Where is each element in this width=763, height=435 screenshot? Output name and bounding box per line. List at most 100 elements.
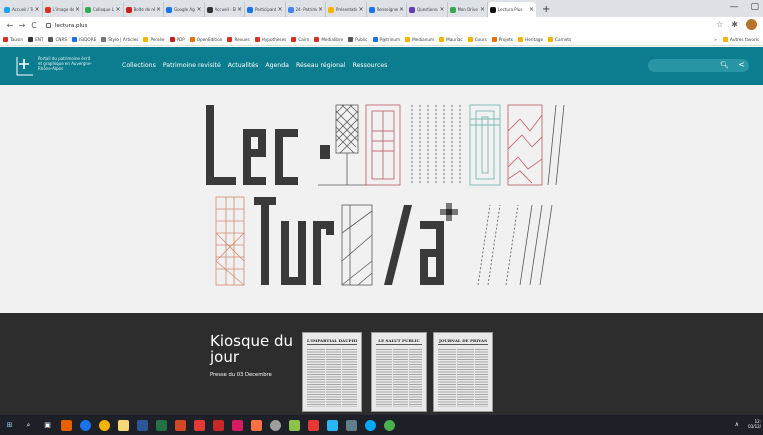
pdf-reader-icon[interactable]: [213, 419, 224, 431]
zotero-icon[interactable]: [308, 419, 319, 431]
back-button[interactable]: ←: [4, 21, 16, 30]
minimize-button[interactable]: —: [729, 2, 738, 12]
profile-avatar[interactable]: [746, 19, 757, 30]
tab-close-icon[interactable]: ×: [196, 6, 201, 13]
url-field[interactable]: lectura.plus: [46, 23, 87, 29]
bookmark-item[interactable]: OpenEdition: [189, 37, 222, 42]
bookmark-item[interactable]: Carnets: [548, 37, 571, 42]
app-icon[interactable]: [384, 419, 395, 431]
edge-icon[interactable]: [80, 419, 91, 431]
newspaper-thumbnail[interactable]: LE SALUT PUBLIC: [371, 332, 427, 412]
share-icon[interactable]: <: [738, 60, 745, 69]
extensions-icon[interactable]: ✱: [731, 20, 738, 29]
task-view-icon[interactable]: ▣: [42, 420, 53, 431]
bookmark-item[interactable]: Mauriac: [439, 37, 463, 42]
nav-link[interactable]: Actualités: [228, 62, 259, 69]
bookmark-item[interactable]: Cairn: [291, 37, 309, 42]
tab-close-icon[interactable]: ×: [277, 6, 282, 13]
browser-tab[interactable]: 24- Patrimo ×: [286, 2, 326, 17]
tab-close-icon[interactable]: ×: [156, 6, 161, 13]
tab-title: Colloque Le: [93, 7, 115, 12]
search-input[interactable]: 🔍︎ <: [648, 59, 749, 72]
file-explorer-icon[interactable]: [118, 419, 129, 431]
bookmark-item[interactable]: Revues: [227, 37, 250, 42]
tab-close-icon[interactable]: ×: [399, 6, 404, 13]
column-divider: [474, 349, 475, 407]
tab-close-icon[interactable]: ×: [34, 6, 39, 13]
browser-tab[interactable]: Participants ×: [245, 2, 286, 17]
browser-tab[interactable]: Mon Drive ×: [448, 2, 488, 17]
bookmark-star-icon[interactable]: ☆: [716, 20, 723, 29]
tab-close-icon[interactable]: ×: [237, 6, 242, 13]
app-icon[interactable]: [232, 419, 243, 431]
nav-link[interactable]: Ressources: [353, 62, 388, 69]
bookmark-item[interactable]: Tausin: [3, 37, 23, 42]
browser-tab[interactable]: Boîte de ré ×: [124, 2, 164, 17]
nav-link[interactable]: Agenda: [265, 62, 289, 69]
bookmark-item[interactable]: CNRS: [48, 37, 67, 42]
nav-link[interactable]: Patrimoine revisité: [163, 62, 221, 69]
calculator-icon[interactable]: [346, 419, 357, 431]
tab-close-icon[interactable]: ×: [115, 6, 120, 13]
browser-tab[interactable]: Accueil / Tw ×: [2, 2, 43, 17]
window-controls: — ▢: [729, 2, 759, 12]
excel-icon[interactable]: [156, 419, 167, 431]
tab-close-icon[interactable]: ×: [75, 6, 80, 13]
bookmark-item[interactable]: Persée: [143, 37, 165, 42]
search-icon[interactable]: 🔍︎: [720, 61, 729, 69]
new-tab-button[interactable]: +: [536, 2, 556, 17]
bookmark-item[interactable]: Stylo | Articles: [101, 37, 138, 42]
newspaper-thumbnail[interactable]: JOURNAL DE PRIVAS: [433, 332, 493, 412]
notification-tray-icon[interactable]: ∧: [735, 421, 739, 428]
bookmark-item[interactable]: Heritage: [517, 37, 543, 42]
windows-taskbar: ⊞ ⌕ ▣ ∧ 12: 03/12/: [0, 415, 763, 435]
bookmark-item[interactable]: ENT: [28, 37, 43, 42]
app-icon[interactable]: [289, 419, 300, 431]
word-icon[interactable]: [137, 419, 148, 431]
reload-button[interactable]: C: [28, 21, 40, 30]
store-icon[interactable]: [327, 419, 338, 431]
forward-button[interactable]: →: [16, 21, 28, 30]
chrome-icon[interactable]: [99, 419, 110, 431]
bookmark-label: ISIDORE: [79, 37, 97, 42]
browser-tab[interactable]: L'image de l×: [43, 2, 83, 17]
maximize-button[interactable]: ▢: [750, 2, 759, 12]
tab-close-icon[interactable]: ×: [480, 6, 485, 13]
bookmark-item[interactable]: Hypothèses: [254, 37, 286, 42]
tab-close-icon[interactable]: ×: [358, 6, 363, 13]
browser-tab[interactable]: Questionnai×: [407, 2, 448, 17]
newspaper-thumbnail[interactable]: L'IMPARTIAL DAUPHINOIS: [302, 332, 362, 412]
nav-link[interactable]: Collections: [122, 62, 156, 69]
firefox-icon[interactable]: [61, 419, 72, 431]
browser-tab[interactable]: Présentation×: [326, 2, 367, 17]
browser-tab[interactable]: Colloque Le ×: [83, 2, 124, 17]
search-icon[interactable]: ⌕: [23, 420, 34, 431]
bookmark-item[interactable]: Public: [348, 37, 368, 42]
browser-tab[interactable]: Google Agen×: [164, 2, 205, 17]
other-bookmarks-folder[interactable]: Autres favoris: [722, 37, 759, 42]
browser-tab[interactable]: Renseigneme×: [367, 2, 407, 17]
nav-link[interactable]: Réseau régional: [296, 62, 346, 69]
app-icon[interactable]: [365, 419, 376, 431]
acrobat-icon[interactable]: [194, 419, 205, 431]
lectura-logo-icon[interactable]: [14, 55, 36, 77]
tab-close-icon[interactable]: ×: [439, 6, 444, 13]
bookmark-item[interactable]: P@trinum: [372, 37, 400, 42]
browser-tab[interactable]: Lectura Plus ×: [488, 2, 536, 17]
windows-start-icon[interactable]: ⊞: [4, 420, 15, 431]
bookmark-item[interactable]: Projets: [491, 37, 513, 42]
vlc-icon[interactable]: [251, 419, 262, 431]
tab-close-icon[interactable]: ×: [529, 6, 534, 13]
browser-tab[interactable]: Accueil - ENT×: [205, 2, 245, 17]
paint-icon[interactable]: [270, 419, 281, 431]
tab-close-icon[interactable]: ×: [318, 6, 323, 13]
bookmark-item[interactable]: ISIDORE: [72, 37, 96, 42]
bookmark-item[interactable]: Cours: [467, 37, 487, 42]
bookmark-item[interactable]: PDP: [169, 37, 185, 42]
bookmarks-more-icon[interactable]: »: [714, 37, 717, 42]
powerpoint-icon[interactable]: [175, 419, 186, 431]
bookmark-item[interactable]: Medianum: [405, 37, 434, 42]
bookmark-item[interactable]: Medialibre: [314, 37, 343, 42]
clock[interactable]: 12: 03/12/: [748, 419, 761, 429]
tab-favicon-icon: [490, 6, 496, 13]
